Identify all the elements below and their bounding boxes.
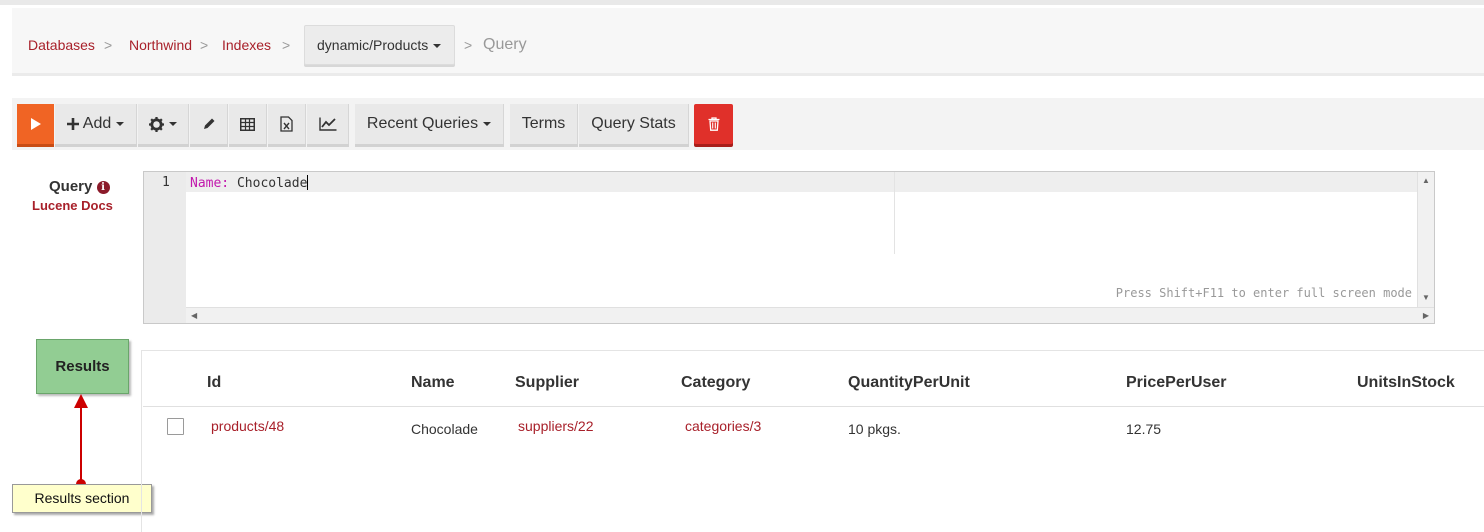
gear-icon [149,116,164,132]
editor-horizontal-scrollbar[interactable]: ◀ ▶ [186,307,1434,323]
breadcrumb-databases[interactable]: Databases [28,37,95,53]
column-header-quantity-per-unit[interactable]: QuantityPerUnit [848,374,970,392]
caret-down-icon [483,122,492,126]
play-icon [30,118,41,130]
edit-button[interactable] [190,104,228,144]
terms-label: Terms [521,115,566,132]
plus-icon [66,118,79,130]
scroll-right-icon[interactable]: ▶ [1423,311,1429,321]
delete-button[interactable] [694,104,733,144]
info-icon[interactable]: i [96,181,110,194]
column-header-units-in-stock[interactable]: UnitsInStock [1357,374,1455,392]
text-cursor [307,175,309,190]
query-label-text: Query [49,178,93,195]
column-header-category[interactable]: Category [681,374,750,392]
breadcrumb: Databases > Northwind > Indexes > dynami… [12,8,1484,76]
settings-button[interactable] [138,104,189,144]
excel-icon [280,116,293,132]
callout-arrowhead [74,394,88,408]
table-view-button[interactable] [229,104,267,144]
export-excel-button[interactable] [268,104,306,144]
caret-down-icon [169,122,177,126]
cell-supplier[interactable]: suppliers/22 [518,418,594,434]
header-divider [143,406,1484,407]
breadcrumb-indexes[interactable]: Indexes [222,37,271,53]
cell-price-per-user: 12.75 [1126,421,1162,437]
scroll-up-icon[interactable]: ▲ [1422,176,1430,186]
editor-vertical-scrollbar[interactable]: ▲ ▼ [1417,172,1434,307]
breadcrumb-separator: > [200,37,209,53]
cell-name: Chocolade [411,421,478,437]
query-stats-button[interactable]: Query Stats [579,104,689,144]
callout-line [80,407,82,484]
run-query-button[interactable] [17,104,54,144]
fullscreen-hint: Press Shift+F11 to enter full screen mod… [1115,286,1412,300]
cell-category[interactable]: categories/3 [685,418,761,434]
scroll-left-icon[interactable]: ◀ [191,311,197,321]
caret-down-icon [433,44,442,49]
column-header-supplier[interactable]: Supplier [515,374,579,392]
recent-queries-label: Recent Queries [366,115,479,132]
breadcrumb-separator: > [282,37,291,53]
row-checkbox[interactable] [167,418,184,435]
print-margin [894,172,895,254]
chart-button[interactable] [307,104,349,144]
add-button-label: Add [82,115,112,132]
terms-button[interactable]: Terms [510,104,578,144]
column-header-price-per-user[interactable]: PricePerUser [1126,374,1227,392]
query-value: Chocolade [236,176,308,191]
recent-queries-button[interactable]: Recent Queries [355,104,504,144]
breadcrumb-northwind[interactable]: Northwind [129,37,192,53]
query-text[interactable]: Name: Chocolade [190,175,309,191]
cell-quantity-per-unit: 10 pkgs. [848,421,901,437]
column-header-name[interactable]: Name [411,374,455,392]
cell-id[interactable]: products/48 [211,418,284,434]
pencil-icon [203,118,214,129]
column-header-id[interactable]: Id [207,374,221,392]
editor-gutter: 1 [144,172,186,323]
caret-down-icon [116,122,125,126]
breadcrumb-separator: > [104,37,113,53]
query-label: Query i [49,178,110,195]
scroll-down-icon[interactable]: ▼ [1422,293,1430,303]
line-number: 1 [162,175,170,190]
results-section-callout: Results section [12,484,152,513]
lucene-docs-link[interactable]: Lucene Docs [32,198,113,213]
index-dropdown-label: dynamic/Products [317,37,429,53]
index-dropdown[interactable]: dynamic/Products [304,25,455,65]
trash-icon [708,117,719,131]
query-editor[interactable]: 1 Name: Chocolade Press Shift+F11 to ent… [143,171,1435,324]
chart-icon [318,117,336,131]
breadcrumb-separator: > [464,37,473,53]
results-badge: Results [36,339,129,394]
query-stats-label: Query Stats [591,115,676,132]
breadcrumb-current: Query [483,36,527,53]
active-line-highlight [186,172,1417,192]
add-button[interactable]: Add [55,104,137,144]
top-divider [0,0,1484,5]
results-panel [141,350,1484,532]
query-field: Name: [190,176,230,191]
table-icon [240,117,255,131]
